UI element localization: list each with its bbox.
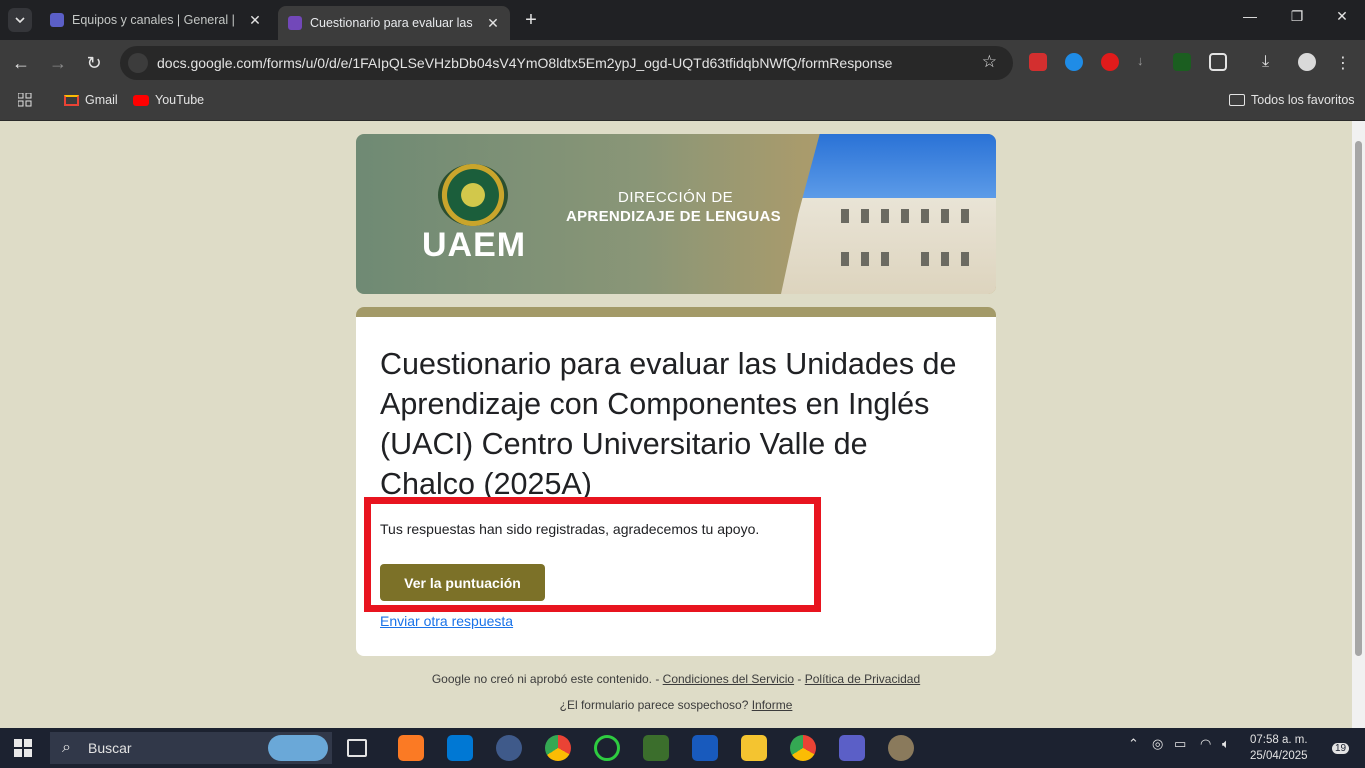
tab-forms[interactable]: Cuestionario para evaluar las Un ✕: [278, 6, 510, 40]
new-tab-button[interactable]: +: [520, 9, 542, 31]
card-accent-bar: [356, 307, 996, 317]
chevron-down-icon: [15, 17, 25, 23]
all-bookmarks[interactable]: Todos los favoritos: [1229, 93, 1355, 107]
highlight-box: [364, 497, 821, 612]
footer-report: ¿El formulario parece sospechoso? Inform…: [0, 698, 1352, 712]
toolbar: ← → ↻ docs.google.com/forms/u/0/d/e/1FAI…: [0, 40, 1365, 86]
minimize-button[interactable]: —: [1230, 8, 1270, 24]
address-bar[interactable]: docs.google.com/forms/u/0/d/e/1FAIpQLSeV…: [120, 46, 1013, 80]
bookmark-label: Todos los favoritos: [1251, 93, 1355, 107]
scrollbar-thumb[interactable]: [1355, 141, 1362, 656]
submit-another-link[interactable]: Enviar otra respuesta: [380, 613, 513, 629]
clock-date: 25/04/2025: [1250, 750, 1308, 762]
wifi-icon[interactable]: ◠: [1200, 736, 1211, 752]
building-photo: [781, 134, 996, 294]
taskbar-clock[interactable]: 07:58 a. m. 25/04/2025: [1250, 732, 1308, 764]
form-title: Cuestionario para evaluar las Unidades d…: [380, 347, 957, 501]
vscode-icon[interactable]: [447, 735, 473, 761]
bookmark-youtube[interactable]: YouTube: [133, 93, 204, 107]
tab-strip: Equipos y canales | General | M ✕ Cuesti…: [0, 0, 1365, 40]
close-window-button[interactable]: ✕: [1322, 8, 1362, 25]
reload-button[interactable]: ↻: [83, 52, 105, 74]
banner-brand: UAEM: [422, 226, 527, 264]
tab-title: Cuestionario para evaluar las Un: [310, 16, 476, 30]
file-explorer-icon[interactable]: [741, 735, 767, 761]
puzzle-icon[interactable]: [1209, 53, 1227, 71]
xampp-icon[interactable]: [398, 735, 424, 761]
downloads-icon[interactable]: ⤓: [1262, 53, 1280, 71]
extension-icon[interactable]: [1029, 53, 1047, 71]
extension-icon[interactable]: [1101, 53, 1119, 71]
notification-count: 19: [1332, 743, 1350, 754]
app-icon[interactable]: [496, 735, 522, 761]
browser-chrome: Equipos y canales | General | M ✕ Cuesti…: [0, 0, 1365, 121]
task-view-icon[interactable]: [347, 739, 367, 757]
chrome-icon[interactable]: [545, 735, 571, 761]
forms-icon: [288, 16, 302, 30]
forward-button[interactable]: →: [47, 52, 69, 74]
tab-title: Equipos y canales | General | M: [72, 13, 238, 27]
chrome-active-icon[interactable]: [790, 735, 816, 761]
bookmark-star-icon[interactable]: ☆: [982, 52, 997, 72]
extension-icon[interactable]: [1065, 53, 1083, 71]
url-text[interactable]: docs.google.com/forms/u/0/d/e/1FAIpQLSeV…: [157, 55, 892, 71]
restore-button[interactable]: ❐: [1277, 8, 1317, 25]
search-highlight-image[interactable]: [268, 735, 328, 761]
download-arrow-icon[interactable]: ↓: [1137, 53, 1155, 71]
search-label: Buscar: [88, 740, 132, 756]
clock-time: 07:58 a. m.: [1250, 734, 1308, 746]
bookmarks-bar: Gmail YouTube Todos los favoritos: [0, 86, 1365, 121]
extension-icon[interactable]: [1173, 53, 1191, 71]
bookmark-label: Gmail: [85, 93, 118, 107]
form-header-image: UAEM DIRECCIÓN DE APRENDIZAJE DE LENGUAS: [356, 134, 996, 294]
menu-icon[interactable]: ⋮: [1334, 53, 1352, 72]
banner-line2: APRENDIZAJE DE LENGUAS: [566, 208, 781, 225]
banner-line1: DIRECCIÓN DE: [618, 189, 734, 206]
search-icon: ⌕: [62, 739, 71, 756]
volume-icon[interactable]: 🔈︎: [1222, 736, 1230, 752]
notification-icon[interactable]: 19: [1326, 739, 1350, 757]
tab-teams[interactable]: Equipos y canales | General | M ✕: [40, 6, 272, 34]
footer-separator: -: [794, 672, 805, 686]
folder-icon: [1229, 94, 1245, 106]
tab-search-button[interactable]: [8, 8, 32, 32]
word-icon[interactable]: [692, 735, 718, 761]
youtube-icon: [133, 94, 149, 106]
taskbar: ⌕ Buscar ⌃ ◎ ▭ ◠ 🔈︎ 07:58 a. m. 25/04/20…: [0, 728, 1365, 768]
chevron-up-icon[interactable]: ⌃: [1128, 736, 1139, 752]
teams-icon: [50, 13, 64, 27]
avatar[interactable]: [1298, 53, 1316, 71]
bookmark-label: YouTube: [155, 93, 205, 107]
app-icon[interactable]: [643, 735, 669, 761]
apps-icon[interactable]: [18, 93, 32, 107]
bookmark-gmail[interactable]: Gmail: [64, 93, 118, 107]
gmail-icon: [64, 94, 79, 106]
close-icon[interactable]: ✕: [246, 11, 264, 29]
terms-link[interactable]: Condiciones del Servicio: [663, 672, 794, 686]
disclaimer-text: Google no creó ni aprobó este contenido.…: [431, 672, 663, 686]
paint-icon[interactable]: [888, 735, 914, 761]
battery-icon[interactable]: ▭: [1174, 736, 1186, 752]
close-icon[interactable]: ✕: [484, 14, 502, 32]
footer-disclaimer: Google no creó ni aprobó este contenido.…: [0, 672, 1352, 686]
suspicious-text: ¿El formulario parece sospechoso?: [559, 698, 752, 712]
windows-start-icon[interactable]: [14, 739, 32, 757]
app-icon[interactable]: [594, 735, 620, 761]
site-info-icon[interactable]: [128, 53, 148, 73]
camera-icon[interactable]: ◎: [1152, 736, 1163, 752]
uaem-crest-icon: [438, 164, 508, 226]
report-link[interactable]: Informe: [752, 698, 793, 712]
back-button[interactable]: ←: [10, 52, 32, 74]
teams-icon[interactable]: [839, 735, 865, 761]
privacy-link[interactable]: Política de Privacidad: [805, 672, 920, 686]
scrollbar[interactable]: [1352, 121, 1365, 728]
